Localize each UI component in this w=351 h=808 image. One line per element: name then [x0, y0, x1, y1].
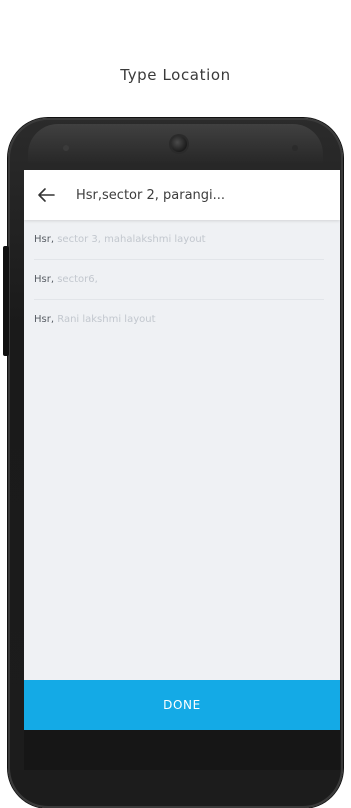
- done-button[interactable]: DONE: [24, 680, 340, 730]
- result-text: sector 3, mahalakshmi layout: [54, 234, 206, 245]
- phone-side-button: [3, 246, 9, 356]
- result-item[interactable]: Hsr, sector 3, mahalakshmi layout: [24, 220, 340, 260]
- search-input[interactable]: [76, 182, 296, 208]
- phone-sensor-icon: [63, 145, 69, 151]
- result-text: sector6,: [54, 274, 98, 285]
- result-prefix: Hsr,: [34, 274, 55, 285]
- phone-bottom-bezel: [24, 730, 340, 770]
- result-item[interactable]: Hsr, Rani lakshmi layout: [24, 300, 340, 340]
- camera-icon: [171, 136, 187, 152]
- result-prefix: Hsr,: [34, 234, 55, 245]
- page-title: Type Location: [120, 66, 231, 84]
- result-item[interactable]: Hsr, sector6,: [24, 260, 340, 300]
- results-list: Hsr, sector 3, mahalakshmi layout Hsr, s…: [24, 220, 340, 340]
- search-bar: [24, 170, 340, 220]
- arrow-left-icon[interactable]: [36, 186, 56, 204]
- result-prefix: Hsr,: [34, 314, 55, 325]
- app-screen: Hsr, sector 3, mahalakshmi layout Hsr, s…: [24, 170, 340, 740]
- phone-speaker-icon: [292, 145, 298, 151]
- result-text: Rani lakshmi layout: [54, 314, 156, 325]
